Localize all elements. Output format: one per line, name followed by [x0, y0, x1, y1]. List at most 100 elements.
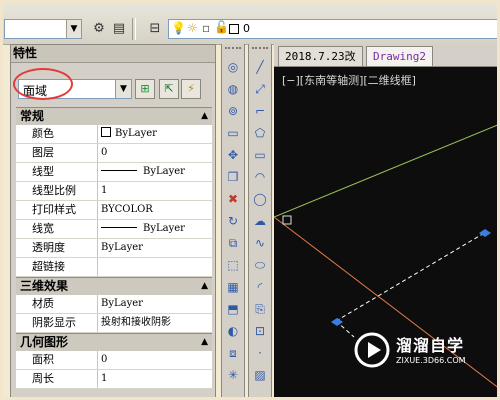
section-title: 常规: [20, 109, 45, 123]
move-icon[interactable]: ✥: [225, 147, 241, 163]
collapse-icon[interactable]: ▲: [201, 278, 208, 295]
property-key: 阴影显示: [16, 314, 98, 332]
circle-icon[interactable]: ◯: [252, 191, 268, 207]
watermark-logo-icon: [354, 332, 390, 368]
copy-icon[interactable]: ❐: [225, 169, 241, 185]
lineweight-sample-icon: [101, 227, 137, 228]
property-key: 透明度: [16, 239, 98, 257]
layer-states-icon[interactable]: ⊟: [146, 19, 164, 39]
revision-cloud-icon[interactable]: ☁: [252, 213, 268, 229]
draw-toolbar: ╱ ⤢ ⌐ ⬠ ▭ ◠ ◯ ☁ ∿ ⬭ ◜ ⎘ ⊡ · ▨: [248, 44, 272, 400]
ellipse-arc-icon[interactable]: ◜: [252, 279, 268, 295]
ucs-origin-grip[interactable]: [282, 215, 292, 225]
property-value: 1: [101, 373, 108, 384]
section-title: 几何图形: [20, 335, 69, 349]
watermark-url: ZIXUE.3D66.COM: [396, 356, 466, 365]
hatch-icon[interactable]: ▨: [252, 367, 268, 383]
property-row[interactable]: 线宽 ByLayer: [16, 220, 212, 239]
property-key: 材质: [16, 295, 98, 313]
delete-icon[interactable]: ✖: [225, 191, 241, 207]
layer-dropdown[interactable]: 💡 ☼ ▫ 🔓 0: [168, 19, 500, 39]
ellipse-icon[interactable]: ⬭: [252, 257, 268, 273]
layer-tools-icon[interactable]: ▤: [110, 19, 128, 39]
section-general[interactable]: 常规 ▲: [16, 107, 212, 125]
polygon-icon[interactable]: ⬠: [252, 125, 268, 141]
section-geometry[interactable]: 几何图形 ▲: [16, 333, 212, 351]
drawing-tabs: 2018.7.23改 Drawing2: [274, 44, 500, 67]
make-block-icon[interactable]: ⊡: [252, 323, 268, 339]
property-row[interactable]: 颜色 ByLayer: [16, 125, 212, 144]
arc-icon[interactable]: ◠: [252, 169, 268, 185]
color-square-icon: [229, 24, 239, 34]
property-grid: 常规 ▲ 颜色 ByLayer 图层 0 线型 ByLayer 线型比例 1 打…: [16, 107, 212, 389]
property-value: ByLayer: [143, 166, 185, 177]
subtract-icon[interactable]: ◍: [225, 81, 241, 97]
property-key: 周长: [16, 370, 98, 388]
property-key: 超链接: [16, 258, 98, 276]
property-value: 0: [101, 147, 108, 158]
erase-icon[interactable]: ▭: [225, 125, 241, 141]
select-objects-icon[interactable]: ⇱: [159, 79, 179, 99]
selected-edge[interactable]: [335, 231, 487, 322]
blue-grip[interactable]: [479, 229, 491, 237]
property-value: BYCOLOR: [101, 204, 153, 215]
property-row[interactable]: 超链接: [16, 258, 212, 277]
collapse-icon[interactable]: ▲: [201, 108, 208, 125]
chevron-down-icon: ▼: [66, 20, 81, 38]
rectangle-icon[interactable]: ▭: [252, 147, 268, 163]
tab-2018-7-23[interactable]: 2018.7.23改: [278, 46, 363, 67]
property-row[interactable]: 透明度 ByLayer: [16, 239, 212, 258]
property-row[interactable]: 线型比例 1: [16, 182, 212, 201]
property-row[interactable]: 图层 0: [16, 144, 212, 163]
offset-icon[interactable]: ⬚: [225, 257, 241, 273]
toolbar-separator: [132, 18, 136, 40]
chevron-down-icon: ▼: [115, 80, 131, 98]
explode-icon[interactable]: ✳: [225, 367, 241, 383]
y-axis-line: [274, 123, 500, 218]
mirror-icon[interactable]: ⧉: [225, 235, 241, 251]
site-watermark: 溜溜自学 ZIXUE.3D66.COM: [352, 326, 482, 378]
revolve-icon[interactable]: ◐: [225, 323, 241, 339]
property-row[interactable]: 面积 0: [16, 351, 212, 370]
property-key: 面积: [16, 351, 98, 369]
property-row[interactable]: 周长 1: [16, 370, 212, 389]
union-icon[interactable]: ◎: [225, 59, 241, 75]
gear-icon[interactable]: ⚙: [90, 19, 108, 39]
extrude-icon[interactable]: ⬒: [225, 301, 241, 317]
property-value: [98, 258, 212, 276]
rotate-icon[interactable]: ↻: [225, 213, 241, 229]
property-value: ByLayer: [101, 298, 143, 309]
lock-icon[interactable]: 🔓: [214, 20, 229, 34]
property-value: 0: [101, 354, 108, 365]
property-row[interactable]: 材质 ByLayer: [16, 295, 212, 314]
linetype-sample-icon: [101, 170, 137, 171]
section-title: 三维效果: [20, 279, 69, 293]
construction-line-icon[interactable]: ⤢: [252, 81, 268, 97]
layer-name: 0: [243, 22, 250, 35]
bulb-icon[interactable]: 💡: [171, 21, 186, 35]
polyline-icon[interactable]: ⌐: [252, 103, 268, 119]
property-value: ByLayer: [115, 128, 157, 139]
intersect-icon[interactable]: ⊚: [225, 103, 241, 119]
quick-select-icon[interactable]: ⚡: [181, 79, 201, 99]
spline-icon[interactable]: ∿: [252, 235, 268, 251]
line-icon[interactable]: ╱: [252, 59, 268, 75]
toolbar-grip[interactable]: [252, 47, 268, 55]
tab-drawing2[interactable]: Drawing2: [366, 46, 433, 66]
scale-icon[interactable]: ⧈: [225, 345, 241, 361]
workspace-dropdown[interactable]: ▼: [4, 19, 82, 39]
blue-grip[interactable]: [331, 318, 343, 326]
property-row[interactable]: 线型 ByLayer: [16, 163, 212, 182]
property-value: 1: [101, 185, 108, 196]
property-row[interactable]: 阴影显示 投射和接收阴影: [16, 314, 212, 333]
array-icon[interactable]: ▦: [225, 279, 241, 295]
property-row[interactable]: 打印样式 BYCOLOR: [16, 201, 212, 220]
section-3d-effects[interactable]: 三维效果 ▲: [16, 277, 212, 295]
point-icon[interactable]: ·: [252, 345, 268, 361]
freeze-icon[interactable]: ▫: [202, 21, 210, 35]
collapse-icon[interactable]: ▲: [201, 334, 208, 351]
toggle-pickadd-icon[interactable]: ⊞: [135, 79, 155, 99]
sun-icon[interactable]: ☼: [187, 21, 198, 35]
toolbar-grip[interactable]: [225, 47, 241, 55]
insert-block-icon[interactable]: ⎘: [252, 301, 268, 317]
